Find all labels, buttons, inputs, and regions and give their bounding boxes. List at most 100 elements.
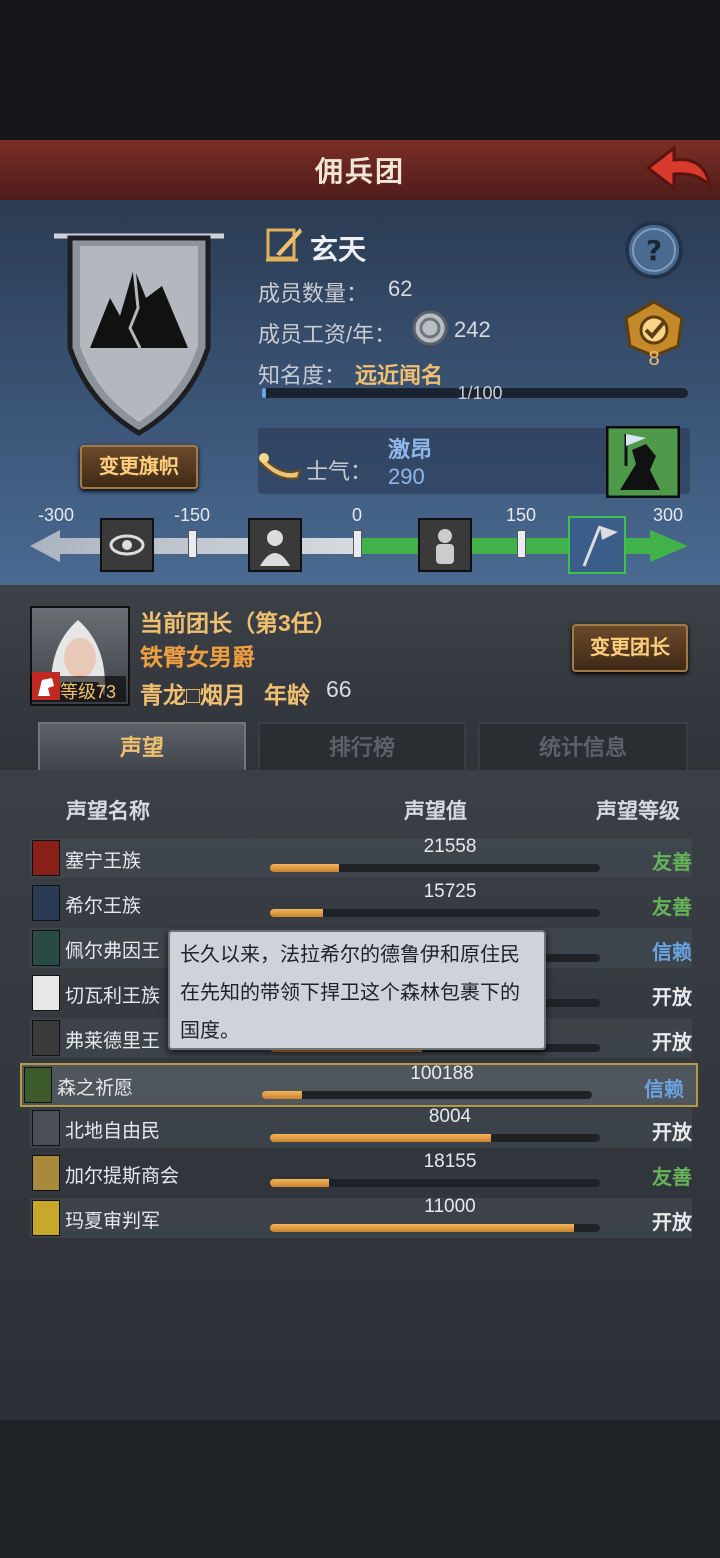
company-name: 玄天 xyxy=(310,234,367,265)
company-banner[interactable] xyxy=(50,228,228,438)
reputation-value: 11000 xyxy=(424,1196,476,1217)
table-row[interactable]: 北地自由民 8004 开放 xyxy=(30,1106,692,1148)
morale-tick-marker xyxy=(517,530,526,558)
wage-label: 成员工资/年： xyxy=(258,322,397,347)
faction-name: 森之祈愿 xyxy=(57,1078,134,1099)
faction-emblem-icon xyxy=(32,930,60,966)
back-arrow-icon[interactable] xyxy=(644,142,714,194)
bottom-blank-area xyxy=(0,1420,720,1558)
faction-emblem-icon xyxy=(32,840,60,876)
change-leader-button[interactable]: 变更团长 xyxy=(572,624,688,672)
silver-coin-icon xyxy=(412,310,448,346)
svg-text:?: ? xyxy=(646,234,662,267)
faction-tooltip: 长久以来，法拉希尔的德鲁伊和原住民在先知的带领下捍卫这个森林包裹下的国度。 xyxy=(168,930,546,1050)
reputation-level: 开放 xyxy=(652,1212,692,1234)
morale-icon-despair xyxy=(248,518,302,572)
tab-reputation[interactable]: 声望 xyxy=(38,722,246,772)
morale-icon-steady xyxy=(418,518,472,572)
flag-warrior-icon[interactable] xyxy=(606,426,680,498)
reputation-level: 友善 xyxy=(652,1167,692,1189)
members-value: 62 xyxy=(388,276,413,301)
faction-emblem-icon xyxy=(32,1200,60,1236)
leader-level: 等级73 xyxy=(60,682,117,702)
faction-name: 塞宁王族 xyxy=(65,851,142,872)
members-label: 成员数量： xyxy=(258,281,369,306)
fame-progress-fill xyxy=(262,388,267,398)
reputation-value: 100188 xyxy=(410,1063,474,1084)
table-row[interactable]: 玛夏审判军 11000 开放 xyxy=(30,1196,692,1238)
badge-count: 8 xyxy=(648,348,660,370)
reputation-bar-fill xyxy=(270,1179,330,1187)
morale-icon-eye xyxy=(100,518,154,572)
quill-icon[interactable] xyxy=(264,224,304,264)
morale-tick-marker xyxy=(353,530,362,558)
table-row[interactable]: 森之祈愿 100188 信赖 xyxy=(20,1063,698,1107)
reputation-level: 开放 xyxy=(652,1122,692,1144)
table-row[interactable]: 希尔王族 15725 友善 xyxy=(30,881,692,923)
column-header-value: 声望值 xyxy=(404,800,467,823)
leader-age-label: 年龄 xyxy=(264,682,310,708)
horn-icon xyxy=(258,453,302,480)
reputation-value: 15725 xyxy=(423,881,477,902)
reputation-bar xyxy=(270,909,600,917)
leader-name: 铁臂女男爵 xyxy=(140,644,255,670)
leader-age: 66 xyxy=(326,676,352,702)
top-blank-area xyxy=(0,0,720,140)
morale-tick-label: -300 xyxy=(37,505,75,525)
help-icon[interactable]: ? xyxy=(624,220,684,280)
morale-icon-inspired xyxy=(568,516,626,574)
leader-title: 当前团长（第3任） xyxy=(140,610,337,636)
reputation-bar-fill xyxy=(270,864,340,872)
fame-label: 知名度： xyxy=(258,363,347,388)
reputation-bar-fill xyxy=(262,1091,302,1099)
morale-tick-label: -150 xyxy=(173,505,211,525)
reputation-bar xyxy=(270,1179,600,1187)
faction-name: 弗莱德里王 xyxy=(65,1031,161,1052)
reputation-level: 友善 xyxy=(652,852,692,874)
reputation-level: 开放 xyxy=(652,1032,692,1054)
faction-name: 北地自由民 xyxy=(65,1121,161,1142)
reputation-level: 开放 xyxy=(652,987,692,1009)
reputation-level: 信赖 xyxy=(652,942,692,964)
page-title: 佣兵团 xyxy=(314,156,405,187)
tab-statistics[interactable]: 统计信息 xyxy=(478,722,688,774)
reputation-bar xyxy=(270,1134,600,1142)
fame-progress-text: 1/100 xyxy=(457,383,503,403)
faction-name: 加尔提斯商会 xyxy=(65,1166,180,1187)
table-row[interactable]: 加尔提斯商会 18155 友善 xyxy=(30,1151,692,1193)
column-header-name: 声望名称 xyxy=(66,800,150,823)
reputation-value: 18155 xyxy=(423,1151,477,1172)
horse-icon xyxy=(32,672,60,700)
reputation-value: 21558 xyxy=(423,836,477,857)
tab-ranking[interactable]: 排行榜 xyxy=(258,722,466,774)
leader-origin: 青龙□烟月 xyxy=(140,682,246,708)
wage-value: 242 xyxy=(454,317,491,342)
reputation-bar xyxy=(270,1224,600,1232)
morale-tick-label: 300 xyxy=(652,505,684,525)
faction-emblem-icon xyxy=(32,1110,60,1146)
faction-name: 玛夏审判军 xyxy=(65,1211,161,1232)
faction-emblem-icon xyxy=(32,975,60,1011)
faction-emblem-icon xyxy=(32,1155,60,1191)
reputation-level: 信赖 xyxy=(644,1079,684,1101)
reputation-level: 友善 xyxy=(652,897,692,919)
faction-emblem-icon xyxy=(32,885,60,921)
reputation-value: 8004 xyxy=(428,1106,472,1127)
column-header-level: 声望等级 xyxy=(596,800,680,823)
morale-state: 激昂 xyxy=(388,437,433,462)
faction-emblem-icon xyxy=(32,1020,60,1056)
morale-tick-label: 150 xyxy=(505,505,537,525)
morale-label: 士气： xyxy=(306,459,373,484)
faction-name: 希尔王族 xyxy=(65,896,142,917)
reputation-bar-fill xyxy=(270,1224,574,1232)
reputation-bar xyxy=(270,864,600,872)
reputation-bar xyxy=(262,1091,592,1099)
morale-value: 290 xyxy=(388,464,425,489)
change-banner-button[interactable]: 变更旗帜 xyxy=(80,445,198,489)
reputation-bar-fill xyxy=(270,1134,492,1142)
reputation-bar-fill xyxy=(270,909,323,917)
table-row[interactable]: 塞宁王族 21558 友善 xyxy=(30,836,692,878)
faction-name: 切瓦利王族 xyxy=(65,986,161,1007)
morale-tick-label: 0 xyxy=(351,505,362,525)
faction-emblem-icon xyxy=(24,1067,52,1103)
